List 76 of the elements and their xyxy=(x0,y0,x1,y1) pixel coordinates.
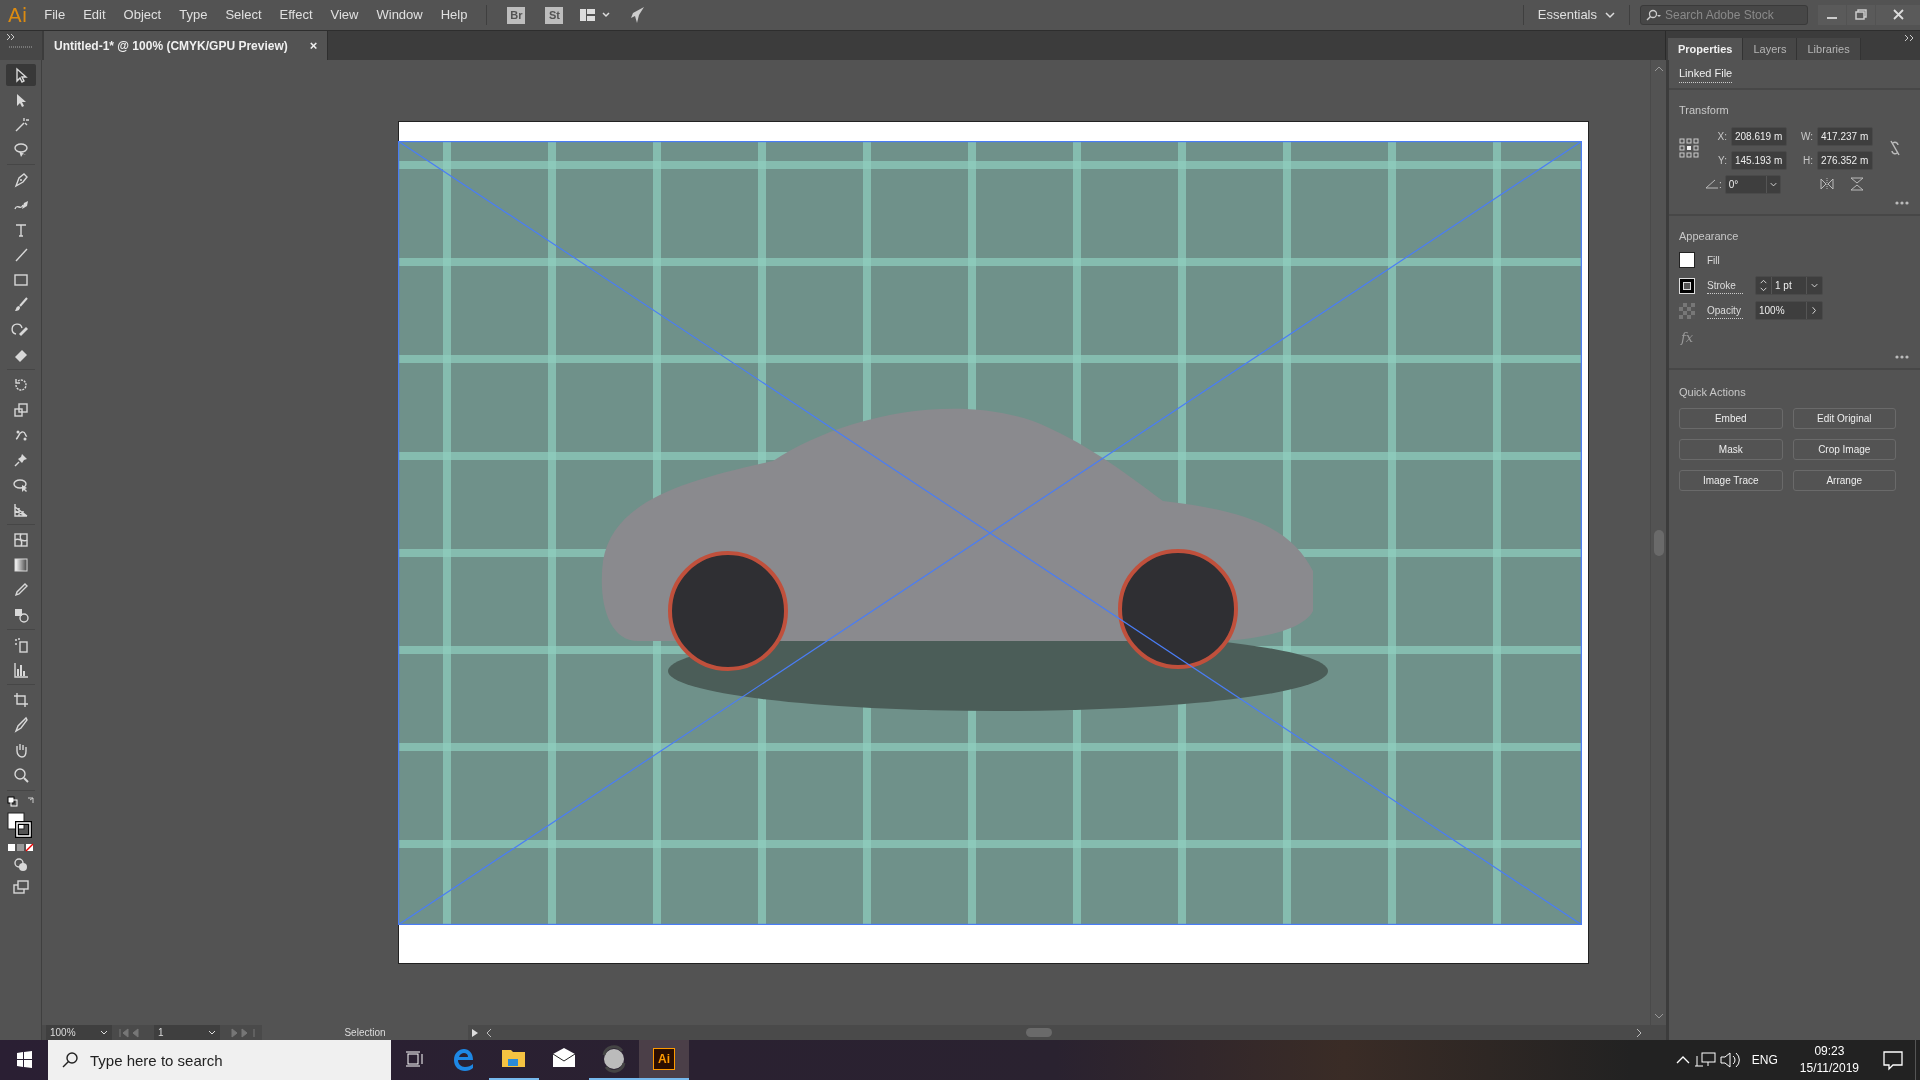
reference-point-icon[interactable] xyxy=(1679,138,1699,158)
scroll-up-icon[interactable] xyxy=(1654,66,1664,72)
minimize-icon[interactable] xyxy=(1818,5,1846,25)
flip-vertical-icon[interactable] xyxy=(1848,177,1865,191)
search-icon xyxy=(1645,9,1661,21)
flip-horizontal-icon[interactable] xyxy=(1818,177,1835,191)
unlink-icon[interactable] xyxy=(1887,138,1903,158)
more-options-icon[interactable] xyxy=(1894,353,1910,360)
panel-tab[interactable]: Layers xyxy=(1743,38,1798,60)
stroke-swatch-icon[interactable] xyxy=(1679,277,1695,294)
value-field[interactable]: 417.237 m xyxy=(1817,126,1873,146)
chevron-down-icon xyxy=(208,1029,216,1036)
restore-icon[interactable] xyxy=(1847,5,1875,25)
section-title: Quick Actions xyxy=(1679,384,1747,400)
object-type-link[interactable]: Linked File xyxy=(1679,65,1733,83)
field-label: H: xyxy=(1802,153,1813,168)
search-icon xyxy=(62,1052,78,1068)
menu-item[interactable]: Effect xyxy=(270,5,322,25)
scroll-down-icon[interactable] xyxy=(1654,1013,1664,1019)
angle-dropdown[interactable]: 0° xyxy=(1724,174,1781,194)
workspace-switcher[interactable]: Essentials xyxy=(1523,5,1629,25)
document-tab[interactable]: Untitled-1* @ 100% (CMYK/GPU Preview) × xyxy=(44,31,329,60)
fill-swatch[interactable] xyxy=(1679,252,1695,268)
quick-action-button[interactable]: Edit Original xyxy=(1792,408,1896,429)
chevron-down-icon xyxy=(1765,175,1780,193)
stroke-weight-field[interactable]: 1 pt xyxy=(1755,276,1823,295)
menu-item[interactable]: View xyxy=(321,5,368,25)
section-title: Transform xyxy=(1679,103,1730,118)
field-label: : xyxy=(1719,177,1722,192)
quick-action-button[interactable]: Crop Image xyxy=(1792,439,1896,460)
opacity-link[interactable]: Opacity xyxy=(1707,302,1743,319)
tab-close-button[interactable]: × xyxy=(309,35,318,56)
search-field[interactable]: Search Adobe Stock xyxy=(1640,5,1808,25)
app-launch-button[interactable]: Br xyxy=(507,6,526,24)
value-field[interactable]: 276.352 m xyxy=(1817,150,1873,170)
value-field[interactable]: 145.193 m xyxy=(1731,150,1787,170)
panel-tab[interactable]: Properties xyxy=(1668,38,1744,60)
field-label: W: xyxy=(1799,129,1813,144)
angle-icon xyxy=(1705,179,1719,189)
fill-label: Fill xyxy=(1707,253,1720,268)
quick-action-button[interactable]: Embed xyxy=(1679,408,1783,429)
stroke-link[interactable]: Stroke xyxy=(1707,277,1743,294)
close-icon[interactable] xyxy=(1876,5,1920,25)
clock-date[interactable]: 15/11/2019 xyxy=(1799,1060,1859,1077)
clock-time[interactable]: 09:23 xyxy=(1814,1043,1845,1060)
chevron-down-icon xyxy=(100,1029,108,1036)
chevron-down-icon xyxy=(1605,11,1615,19)
section-title: Appearance xyxy=(1679,228,1740,244)
app-logo: Ai xyxy=(7,2,29,29)
app-launch-button[interactable]: St xyxy=(545,6,564,24)
value-field[interactable]: 208.619 m xyxy=(1731,126,1787,146)
menu-item[interactable]: Help xyxy=(431,5,477,25)
zoom-dropdown[interactable]: 100% xyxy=(46,1025,112,1040)
opacity-field[interactable]: 100% xyxy=(1755,301,1823,320)
status-menu[interactable]: Selection xyxy=(262,1025,468,1040)
language-indicator[interactable]: ENG xyxy=(1741,1051,1788,1069)
quick-action-button[interactable]: Mask xyxy=(1679,439,1783,460)
quick-action-button[interactable]: Image Trace xyxy=(1679,470,1783,491)
scroll-thumb[interactable] xyxy=(1026,1028,1052,1037)
quick-action-button[interactable]: Arrange xyxy=(1792,470,1896,491)
menu-item[interactable]: File xyxy=(35,5,75,25)
artboard-dropdown[interactable]: 1 xyxy=(154,1025,220,1040)
panel-tab[interactable]: Libraries xyxy=(1797,38,1861,60)
more-options-icon[interactable] xyxy=(1894,199,1910,206)
taskbar-app-button[interactable]: Ai xyxy=(639,1040,689,1080)
menu-item[interactable]: Select xyxy=(216,5,271,25)
search-field[interactable]: Type here to search xyxy=(48,1040,391,1080)
field-label: X: xyxy=(1716,129,1727,144)
pointer-icon[interactable] xyxy=(5,63,36,86)
field-label: Y: xyxy=(1717,153,1727,168)
panel-expand-icon[interactable] xyxy=(1904,34,1916,42)
menu-item[interactable]: Window xyxy=(367,5,432,25)
app-logo-icon: Ai xyxy=(653,1048,675,1070)
menu-item[interactable]: Type xyxy=(170,5,217,25)
menu-item[interactable]: Edit xyxy=(74,5,115,25)
menu-item[interactable]: Object xyxy=(114,5,171,25)
